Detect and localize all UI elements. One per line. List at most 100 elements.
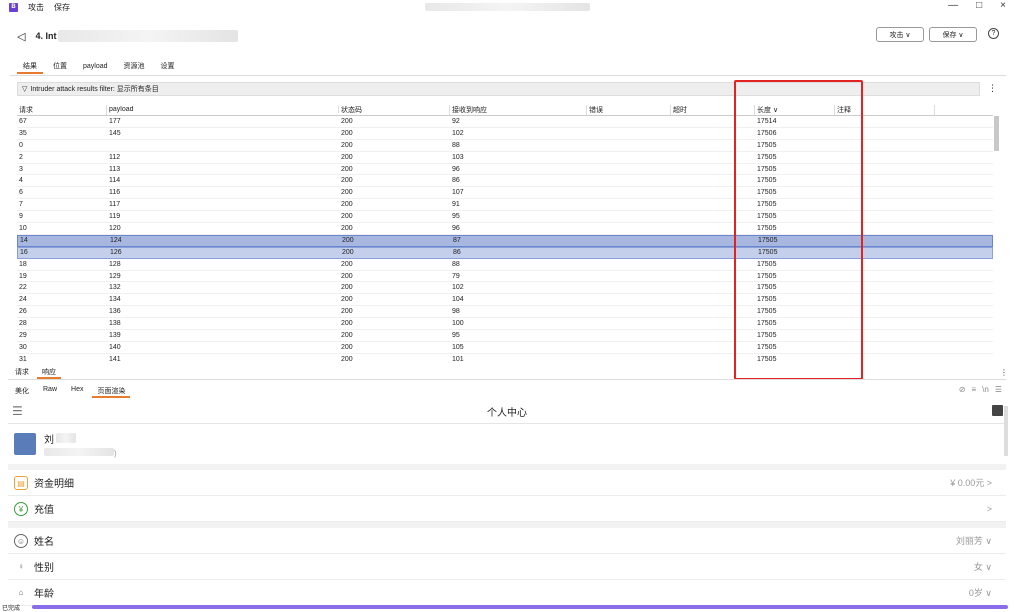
cell-status: 200 xyxy=(341,320,353,328)
blurred-url xyxy=(58,30,239,42)
menu-icon[interactable]: ☰ xyxy=(995,385,1002,394)
cell-request: 2 xyxy=(19,153,23,161)
cell-request: 67 xyxy=(19,117,27,125)
cell-status: 200 xyxy=(341,165,353,173)
cell-payload: 117 xyxy=(109,201,121,209)
cell-payload: 119 xyxy=(109,213,121,221)
status-text: 已完成 xyxy=(2,606,21,612)
view-tabs: 美化 Raw Hex 页面渲染 xyxy=(10,386,134,398)
cell-request: 19 xyxy=(19,272,27,280)
cell-payload: 112 xyxy=(109,153,121,161)
cell-request: 22 xyxy=(19,284,27,292)
attack-header: ◁ 4. Int 攻击 ∨ 保存 ∨ ? xyxy=(0,24,1014,48)
tab-response[interactable]: 响应 xyxy=(37,367,61,379)
col-status[interactable]: 状态码 xyxy=(339,104,450,115)
divider xyxy=(8,379,1006,380)
cell-payload: 116 xyxy=(109,189,121,197)
col-request[interactable]: 请求 xyxy=(17,104,107,115)
cell-request: 26 xyxy=(19,308,27,316)
cell-response: 88 xyxy=(452,260,460,268)
cell-response: 105 xyxy=(452,343,464,351)
cell-response: 87 xyxy=(453,237,461,245)
newline-icon[interactable]: \n xyxy=(982,385,989,394)
render-header: ☰ 个人中心 xyxy=(8,400,1006,424)
rendered-page: ☰ 个人中心 刘 ) ▤ 资金明细 ¥ 0.00元 > ¥ 充值 > ☺ 姓名 … xyxy=(8,400,1006,612)
tab-hex[interactable]: Hex xyxy=(66,386,88,398)
col-error[interactable]: 错误 xyxy=(587,104,671,115)
cell-request: 4 xyxy=(19,177,23,185)
cell-payload: 134 xyxy=(109,296,121,304)
cell-status: 200 xyxy=(341,201,353,209)
target-icon: ◁ xyxy=(17,30,26,43)
page-title: 个人中心 xyxy=(487,408,527,419)
cell-payload: 140 xyxy=(109,343,121,351)
cell-response: 101 xyxy=(452,355,464,363)
cell-request: 0 xyxy=(19,141,23,149)
more-options-icon[interactable]: ⋮ xyxy=(988,83,997,94)
cell-payload: 136 xyxy=(109,308,121,316)
home-icon[interactable] xyxy=(992,405,1003,416)
menu-save[interactable]: 保存 xyxy=(54,2,70,13)
highlight-box xyxy=(734,80,863,380)
tab-positions[interactable]: 位置 xyxy=(47,62,73,74)
hide-icon[interactable]: ⊘ xyxy=(959,385,966,394)
tab-resource-pool[interactable]: 资源池 xyxy=(118,62,151,74)
cell-request: 14 xyxy=(20,237,28,245)
blurred-id xyxy=(44,447,114,456)
tab-render[interactable]: 页面渲染 xyxy=(92,386,131,398)
status-bar: 已完成 xyxy=(0,604,1014,612)
tab-results[interactable]: 结果 xyxy=(17,62,43,74)
col-response[interactable]: 接收到响应 xyxy=(450,104,587,115)
tab-request[interactable]: 请求 xyxy=(10,367,34,379)
cell-status: 200 xyxy=(341,213,353,221)
cell-status: 200 xyxy=(342,237,354,245)
cell-payload: 129 xyxy=(109,272,121,280)
cell-status: 200 xyxy=(341,331,353,339)
table-scrollbar[interactable] xyxy=(994,116,999,151)
tab-settings[interactable]: 设置 xyxy=(155,62,181,74)
user-name: 刘 xyxy=(44,434,54,446)
cell-payload: 177 xyxy=(109,117,121,125)
menu-attack[interactable]: 攻击 xyxy=(28,2,44,13)
list-item-age[interactable]: ⌂ 年龄 0岁 ∨ xyxy=(8,580,1006,606)
cell-status: 200 xyxy=(341,272,353,280)
minimize-button[interactable]: — xyxy=(948,0,958,11)
item-label: 性别 xyxy=(34,563,54,574)
list-item-funds[interactable]: ▤ 资金明细 ¥ 0.00元 > xyxy=(8,470,1006,496)
more-options-icon-2[interactable]: ⋮ xyxy=(1000,368,1008,377)
cell-status: 200 xyxy=(341,355,353,363)
cell-response: 107 xyxy=(452,189,464,197)
wrap-icon[interactable]: ≡ xyxy=(971,385,976,394)
maximize-button[interactable]: □ xyxy=(976,0,982,11)
cell-status: 200 xyxy=(341,141,353,149)
close-button[interactable]: × xyxy=(1000,0,1006,11)
menu-icon[interactable]: ☰ xyxy=(12,404,23,418)
cell-status: 200 xyxy=(341,308,353,316)
render-scrollbar[interactable] xyxy=(1004,406,1008,456)
cell-response: 79 xyxy=(452,272,460,280)
item-value: 0岁 ∨ xyxy=(968,588,992,598)
cell-payload: 128 xyxy=(109,260,121,268)
cell-request: 29 xyxy=(19,331,27,339)
list-item-name[interactable]: ☺ 姓名 刘丽芳 ∨ xyxy=(8,528,1006,554)
cell-response: 86 xyxy=(452,177,460,185)
col-payload[interactable]: payload xyxy=(107,106,339,113)
list-item-recharge[interactable]: ¥ 充值 > xyxy=(8,496,1006,522)
tab-pretty[interactable]: 美化 xyxy=(10,386,34,398)
recharge-icon: ¥ xyxy=(14,501,28,516)
cell-request: 9 xyxy=(19,213,23,221)
save-button[interactable]: 保存 ∨ xyxy=(929,27,977,42)
cell-request: 3 xyxy=(19,165,23,173)
list-item-gender[interactable]: ♀ 性别 女 ∨ xyxy=(8,554,1006,580)
item-label: 充值 xyxy=(34,505,54,516)
help-icon[interactable]: ? xyxy=(988,28,999,39)
tab-raw[interactable]: Raw xyxy=(38,386,62,398)
cell-status: 200 xyxy=(341,189,353,197)
cell-payload: 114 xyxy=(109,177,121,185)
attack-button[interactable]: 攻击 ∨ xyxy=(876,27,924,42)
cell-status: 200 xyxy=(341,343,353,351)
cell-request: 10 xyxy=(19,224,27,232)
cell-response: 91 xyxy=(452,201,460,209)
funds-icon: ▤ xyxy=(14,475,28,490)
tab-payload[interactable]: payload xyxy=(77,62,114,74)
